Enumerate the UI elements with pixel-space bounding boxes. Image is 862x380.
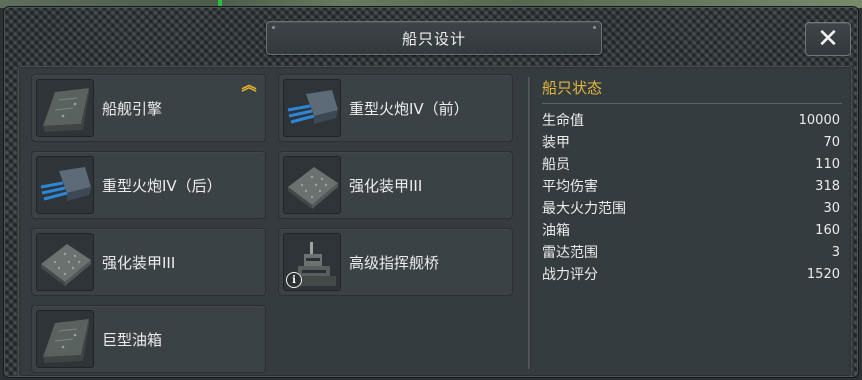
stat-row-max-range: 最大火力范围 30 [542,197,842,219]
info-icon[interactable]: i [286,272,302,288]
stat-row-hp: 生命值 10000 [542,109,842,131]
stat-name: 雷达范围 [542,245,598,261]
part-label: 强化装甲III [349,176,423,195]
bolt-icon [272,26,275,29]
part-card-heavy-cannon-rear[interactable]: 重型火炮IV（后） [31,151,266,219]
heavy-cannon-icon [283,79,341,137]
part-card-reinforced-armor[interactable]: 强化装甲III [278,151,513,219]
stat-row-avg-damage: 平均伤害 318 [542,175,842,197]
part-label: 强化装甲III [102,253,176,272]
stat-name: 装甲 [542,135,570,151]
bolt-icon [593,26,596,29]
title-plate: 船只设计 [266,21,602,55]
stat-row-radar-range: 雷达范围 3 [542,241,842,263]
stat-value: 10000 [798,112,840,128]
stat-value: 318 [815,178,840,194]
stat-value: 30 [823,200,840,216]
part-label: 高级指挥舰桥 [349,253,440,272]
panel-divider [528,77,530,369]
stat-value: 70 [823,134,840,150]
close-icon: ✕ [817,24,839,54]
armor-plate-icon [36,310,94,368]
stat-name: 最大火力范围 [542,201,626,217]
stat-value: 160 [815,222,840,238]
stat-row-crew: 船员 110 [542,153,842,175]
part-card-heavy-cannon-front[interactable]: 重型火炮IV（前） [278,74,513,142]
stat-row-power-score: 战力评分 1520 [542,263,842,285]
part-card-command-bridge[interactable]: i 高级指挥舰桥 [278,228,513,296]
part-label: 船舰引擎 [102,99,163,118]
content-panel: 船舰引擎 ︽ 重型火炮IV（前） 重型火炮IV（后） 强化装甲III 强化装甲I… [18,66,852,377]
part-label: 重型火炮IV（后） [102,176,222,195]
upgrade-chevrons-icon[interactable]: ︽ [241,78,257,93]
stat-name: 油箱 [542,223,570,239]
part-card-giant-fuel-tank[interactable]: 巨型油箱 [31,305,266,373]
close-button[interactable]: ✕ [805,22,851,56]
command-bridge-icon: i [283,233,341,291]
stat-row-armor: 装甲 70 [542,131,842,153]
stat-row-fuel-tank: 油箱 160 [542,219,842,241]
heavy-cannon-icon [36,156,94,214]
stat-name: 船员 [542,157,570,173]
part-card-reinforced-armor[interactable]: 强化装甲III [31,228,266,296]
stat-name: 平均伤害 [542,179,598,195]
part-label: 重型火炮IV（前） [349,99,469,118]
riveted-armor-icon [283,156,341,214]
stat-value: 3 [831,244,840,260]
stat-name: 战力评分 [542,267,598,283]
part-card-engine[interactable]: 船舰引擎 ︽ [31,74,266,142]
stat-value: 110 [815,156,840,172]
armor-plate-icon [36,79,94,137]
riveted-armor-icon [36,233,94,291]
ship-status-panel: 船只状态 生命值 10000 装甲 70 船员 110 平均伤害 318 最大火… [542,77,842,285]
window-title: 船只设计 [401,29,466,48]
stat-value: 1520 [806,266,840,282]
stats-title: 船只状态 [542,77,842,104]
ship-design-window: 船只设计 ✕ 船舰引擎 ︽ 重型火炮IV（前） 重型火炮IV（后） 强化装甲II… [3,6,859,378]
part-label: 巨型油箱 [102,330,163,349]
stat-name: 生命值 [542,113,584,129]
